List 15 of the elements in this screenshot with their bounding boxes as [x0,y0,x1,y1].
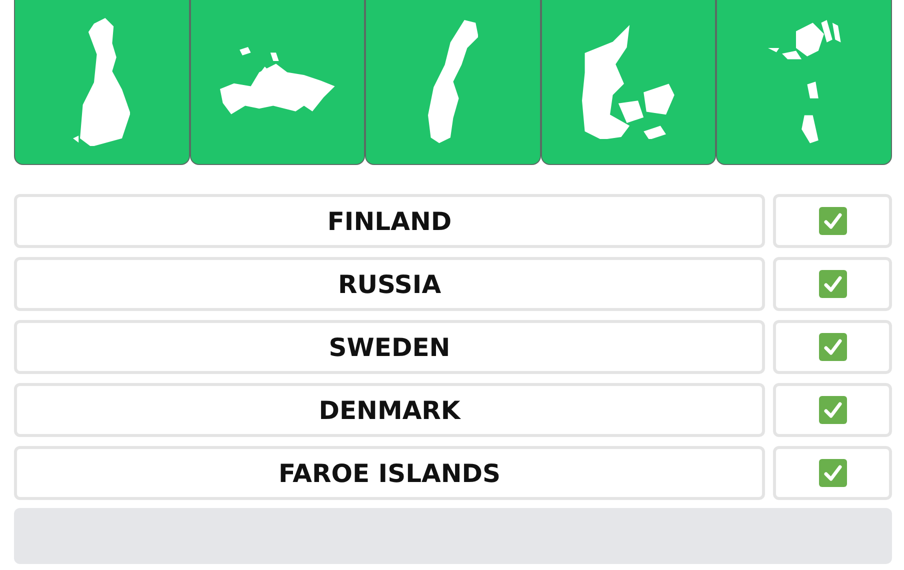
country-answer: FINLAND [14,194,765,248]
country-answer: FAROE ISLANDS [14,446,765,500]
map-tile[interactable] [716,0,892,165]
country-answer: DENMARK [14,383,765,437]
country-map-icon [220,47,335,117]
map-tile[interactable] [14,0,190,165]
country-map-icon [428,20,478,144]
map-tile[interactable] [540,0,716,165]
map-tile[interactable] [190,0,366,165]
country-map-icon [582,24,675,140]
country-map-icon [768,20,841,144]
country-answer: RUSSIA [14,257,765,311]
country-answer: SWEDEN [14,320,765,374]
map-tile[interactable] [365,0,541,165]
country-map-icon [73,18,130,146]
